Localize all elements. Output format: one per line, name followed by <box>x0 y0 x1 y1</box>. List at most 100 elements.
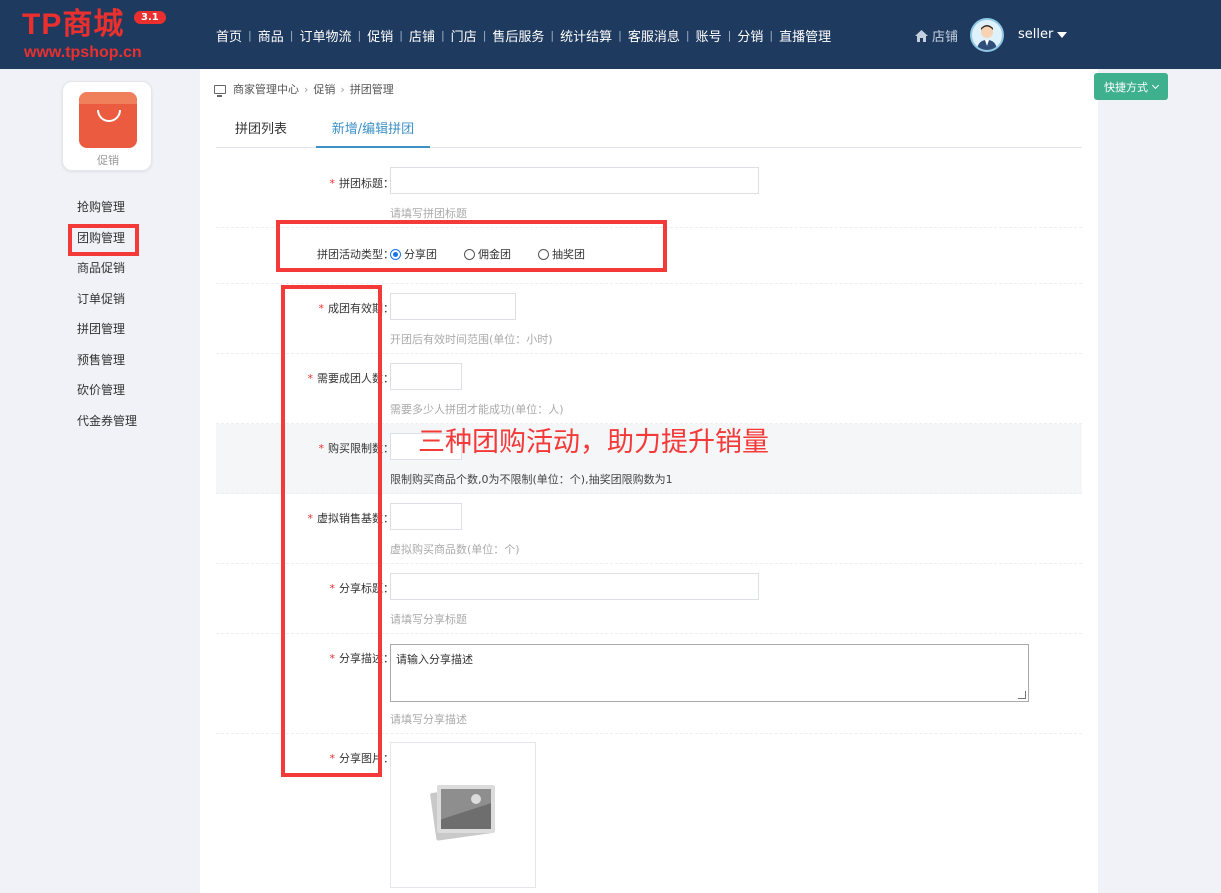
required-mark: * <box>329 652 336 665</box>
logo[interactable]: TP商城 3.1 www.tpshop.cn <box>22 8 172 64</box>
nav-outlets[interactable]: 门店 <box>451 26 477 45</box>
quick-actions-button[interactable]: 快捷方式 <box>1094 73 1168 100</box>
user-avatar-icon <box>977 25 997 50</box>
chevron-right-icon: › <box>340 82 345 96</box>
nav-divider: | <box>769 29 774 42</box>
nav-service[interactable]: 客服消息 <box>628 26 680 45</box>
virtual-label: * 虚拟销售基数： <box>308 510 395 526</box>
title-input[interactable] <box>390 167 759 194</box>
radio-lottery-team[interactable]: 抽奖团 <box>538 246 585 262</box>
nav-orders[interactable]: 订单物流 <box>299 26 351 45</box>
sidebar-item-team-buy[interactable]: 拼团管理 <box>77 322 137 353</box>
form-row-title: * 拼团标题： 请填写拼团标题 <box>216 149 1082 228</box>
share-desc-label-text: 分享描述： <box>339 652 394 665</box>
username: seller <box>1018 27 1054 42</box>
nav-divider: | <box>289 29 294 42</box>
home-icon <box>915 29 928 42</box>
breadcrumb-item[interactable]: 商家管理中心 <box>233 81 299 97</box>
people-input[interactable] <box>390 363 462 390</box>
sidebar-item-order-promotion[interactable]: 订单促销 <box>77 292 137 323</box>
logo-text: TP商城 <box>22 8 125 41</box>
share-desc-placeholder: 请输入分享描述 <box>396 653 473 666</box>
nav-account[interactable]: 账号 <box>696 26 722 45</box>
form-row-people: * 需要成团人数： 需要多少人拼团才能成功(单位：人) <box>216 354 1082 424</box>
sidebar-item-presale[interactable]: 预售管理 <box>77 353 137 384</box>
title-hint: 请填写拼团标题 <box>390 207 467 220</box>
share-title-input[interactable] <box>390 573 759 600</box>
people-label-text: 需要成团人数： <box>317 372 394 385</box>
radio-label: 抽奖团 <box>552 248 585 261</box>
nav-store[interactable]: 店铺 <box>409 26 435 45</box>
sidebar-item-bargain[interactable]: 砍价管理 <box>77 383 137 414</box>
tab-team-list[interactable]: 拼团列表 <box>235 105 287 148</box>
store-link-label: 店铺 <box>932 30 959 45</box>
virtual-input[interactable] <box>390 503 462 530</box>
form-row-type: 拼团活动类型： 分享团 佣金团 抽奖团 <box>216 228 1082 284</box>
nav-statistics[interactable]: 统计结算 <box>560 26 612 45</box>
breadcrumb: 商家管理中心 › 促销 › 拼团管理 <box>214 81 394 97</box>
radio-button[interactable] <box>464 248 475 260</box>
required-mark: * <box>307 512 314 525</box>
required-mark: * <box>329 582 336 595</box>
sidebar-item-goods-promotion[interactable]: 商品促销 <box>77 261 137 292</box>
nav-live[interactable]: 直播管理 <box>779 26 831 45</box>
type-label: 拼团活动类型： <box>317 248 394 261</box>
share-desc-label: * 分享描述： <box>330 650 395 666</box>
top-header: TP商城 3.1 www.tpshop.cn 首页 | 商品 | 订单物流 | 促销 |… <box>0 0 1221 69</box>
module-card-label: 促销 <box>97 154 119 167</box>
limit-label: * 购买限制数： <box>319 440 395 456</box>
required-mark: * <box>329 752 336 765</box>
people-label: * 需要成团人数： <box>308 370 395 386</box>
chevron-down-icon <box>1151 81 1160 89</box>
tab-bar: 拼团列表 新增/编辑拼团 <box>216 105 1082 148</box>
form-row-share-desc: * 分享描述： 请输入分享描述 请填写分享描述 <box>216 634 1082 734</box>
title-label: * 拼团标题： <box>330 175 395 191</box>
limit-label-text: 购买限制数： <box>328 442 394 455</box>
breadcrumb-item[interactable]: 促销 <box>313 81 335 97</box>
form-row-share-title: * 分享标题： 请填写分享标题 <box>216 564 1082 634</box>
monitor-icon <box>214 84 226 97</box>
store-link[interactable]: 店铺 <box>915 26 958 45</box>
tab-add-edit-team[interactable]: 新增/编辑拼团 <box>316 105 430 148</box>
shopping-bag-icon <box>79 92 137 148</box>
image-upload-box[interactable] <box>390 742 536 888</box>
quick-actions-label: 快捷方式 <box>1104 80 1148 94</box>
logo-url: www.tpshop.cn <box>24 44 142 61</box>
nav-home[interactable]: 首页 <box>216 26 242 45</box>
virtual-hint: 虚拟购买商品数(单位：个) <box>390 543 520 556</box>
nav-divider: | <box>357 29 362 42</box>
required-mark: * <box>329 177 336 190</box>
radio-button[interactable] <box>538 248 549 260</box>
user-menu[interactable]: seller <box>1018 27 1068 42</box>
nav-distribution[interactable]: 分销 <box>737 26 763 45</box>
share-desc-hint: 请填写分享描述 <box>390 713 467 726</box>
required-mark: * <box>318 442 325 455</box>
form-row-validity: * 成团有效期： 开团后有效时间范围(单位：小时) <box>216 284 1082 354</box>
main-panel: 商家管理中心 › 促销 › 拼团管理 拼团列表 新增/编辑拼团 * 拼团标题： 请… <box>200 69 1098 893</box>
limit-hint: 限制购买商品个数,0为不限制(单位：个),抽奖团限购数为1 <box>390 473 673 486</box>
validity-input[interactable] <box>390 293 516 320</box>
share-desc-textarea[interactable]: 请输入分享描述 <box>390 644 1029 702</box>
radio-share-team[interactable]: 分享团 <box>390 246 437 262</box>
share-title-label-text: 分享标题： <box>339 582 394 595</box>
avatar[interactable] <box>970 18 1004 52</box>
radio-button-checked[interactable] <box>390 248 401 260</box>
nav-goods[interactable]: 商品 <box>258 26 284 45</box>
module-card: 促销 <box>62 81 152 171</box>
nav-divider: | <box>550 29 555 42</box>
share-title-hint: 请填写分享标题 <box>390 613 467 626</box>
nav-aftersale[interactable]: 售后服务 <box>492 26 544 45</box>
caret-down-icon <box>1057 31 1068 38</box>
sidebar: 促销 抢购管理 团购管理 商品促销 订单促销 拼团管理 预售管理 砍价管理 代金… <box>0 69 200 893</box>
chevron-right-icon: › <box>304 82 309 96</box>
radio-commission-team[interactable]: 佣金团 <box>464 246 511 262</box>
required-mark: * <box>307 372 314 385</box>
annotation-text: 三种团购活动，助力提升销量 <box>418 427 769 458</box>
people-hint: 需要多少人拼团才能成功(单位：人) <box>390 403 564 416</box>
nav-promotion[interactable]: 促销 <box>367 26 393 45</box>
sidebar-item-coupon[interactable]: 代金券管理 <box>77 414 137 445</box>
resize-handle-icon[interactable] <box>1018 691 1026 699</box>
version-badge: 3.1 <box>134 11 166 24</box>
validity-hint: 开团后有效时间范围(单位：小时) <box>390 333 553 346</box>
share-image-label: * 分享图片： <box>330 750 395 766</box>
